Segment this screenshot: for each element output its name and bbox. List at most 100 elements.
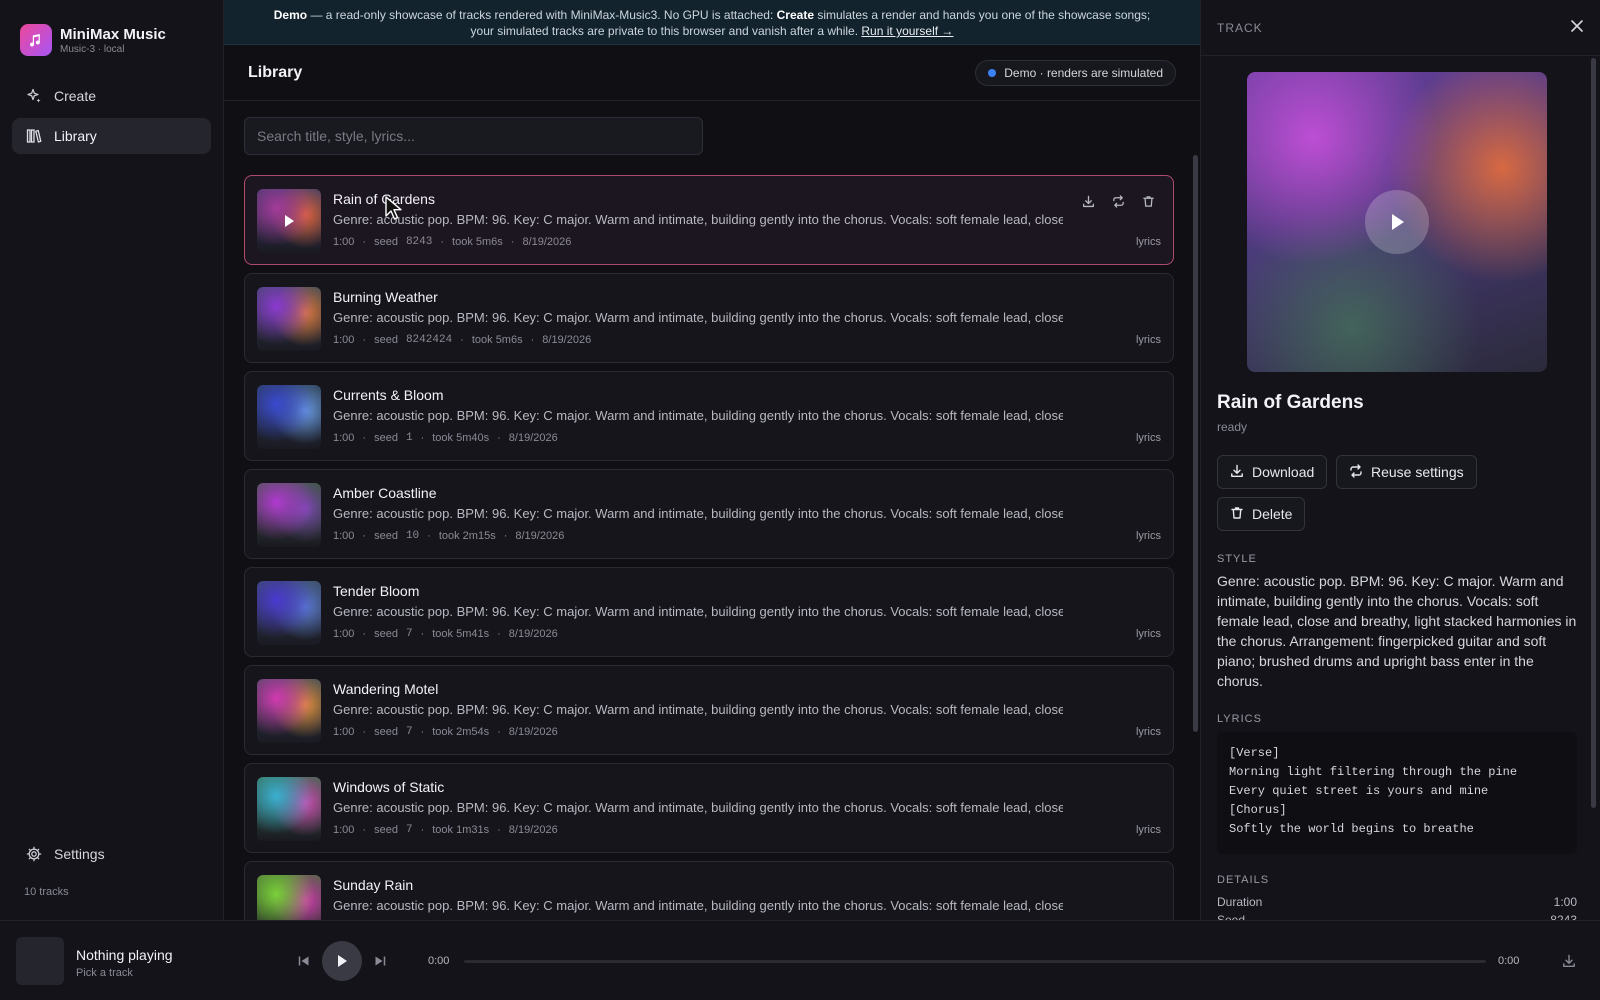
lyrics-tag: lyrics bbox=[1135, 334, 1161, 346]
seek-bar[interactable] bbox=[464, 960, 1486, 963]
lyrics-tag: lyrics bbox=[1135, 432, 1161, 444]
track-thumbnail[interactable] bbox=[257, 581, 321, 645]
skip-forward-icon bbox=[375, 956, 386, 966]
sidebar-item-label: Create bbox=[54, 88, 97, 104]
track-row[interactable]: Windows of Static Genre: acoustic pop. B… bbox=[244, 763, 1174, 853]
delete-button[interactable]: Delete bbox=[1217, 497, 1306, 531]
track-render-time: took 2m54s bbox=[432, 726, 490, 738]
track-row[interactable]: Amber Coastline Genre: acoustic pop. BPM… bbox=[244, 469, 1174, 559]
track-date: 8/19/2026 bbox=[508, 824, 558, 836]
download-icon bbox=[1230, 464, 1244, 481]
previous-track-button[interactable] bbox=[296, 953, 312, 969]
sidebar-nav: Create Library bbox=[0, 58, 223, 154]
track-seed: 7 bbox=[405, 824, 413, 836]
track-seed: 8242424 bbox=[405, 334, 453, 346]
detail-value: 1:00 bbox=[1553, 895, 1577, 909]
brand-title: MiniMax Music bbox=[60, 25, 166, 43]
track-status: ready bbox=[1217, 420, 1248, 434]
track-row[interactable]: Burning Weather Genre: acoustic pop. BPM… bbox=[244, 273, 1174, 363]
play-icon bbox=[285, 215, 294, 227]
brand: MiniMax Music Music-3 · local bbox=[0, 0, 223, 58]
track-row[interactable]: Tender Bloom Genre: acoustic pop. BPM: 9… bbox=[244, 567, 1174, 657]
run-it-yourself-link[interactable]: Run it yourself → bbox=[861, 24, 953, 38]
search-input[interactable] bbox=[244, 117, 703, 155]
track-thumbnail[interactable] bbox=[257, 777, 321, 841]
track-style: Genre: acoustic pop. BPM: 96. Key: C maj… bbox=[333, 898, 1063, 913]
detail-row-duration: Duration 1:00 bbox=[1217, 895, 1577, 909]
now-playing-title: Nothing playing bbox=[76, 947, 173, 963]
sidebar-item-library[interactable]: Library bbox=[12, 118, 211, 154]
track-count: 10 tracks bbox=[24, 886, 69, 898]
track-seed: 7 bbox=[405, 628, 413, 640]
track-detail-panel: TRACK Rain of Gardens ready Download Reu… bbox=[1200, 0, 1600, 920]
mouse-cursor-icon bbox=[385, 196, 402, 220]
demo-status-badge: Demo · renders are simulated bbox=[975, 59, 1176, 86]
download-icon[interactable] bbox=[1079, 192, 1097, 210]
banner-text: your simulated tracks are private to thi… bbox=[470, 24, 862, 38]
track-meta: 1:00 · seed 8243 · took 5m6s · 8/19/2026 bbox=[333, 236, 571, 248]
repeat-icon[interactable] bbox=[1109, 192, 1127, 210]
cover-play-button[interactable] bbox=[1365, 190, 1429, 254]
lyrics-box: [Verse] Morning light filtering through … bbox=[1217, 732, 1577, 854]
sidebar-bottom: Settings bbox=[12, 836, 211, 876]
lyrics-line: Every quiet street is yours and mine bbox=[1229, 784, 1489, 798]
lyrics-tag: lyrics bbox=[1135, 726, 1161, 738]
track-row[interactable]: Currents & Bloom Genre: acoustic pop. BP… bbox=[244, 371, 1174, 461]
track-thumbnail[interactable] bbox=[257, 483, 321, 547]
next-track-button[interactable] bbox=[372, 953, 388, 969]
download-label: Download bbox=[1252, 464, 1315, 480]
track-row[interactable]: Sunday Rain Genre: acoustic pop. BPM: 96… bbox=[244, 861, 1174, 920]
track-render-time: took 5m6s bbox=[452, 236, 503, 248]
track-style: Genre: acoustic pop. BPM: 96. Key: C maj… bbox=[333, 800, 1063, 815]
sidebar-item-settings[interactable]: Settings bbox=[12, 836, 211, 872]
track-title: Wandering Motel bbox=[333, 681, 439, 697]
track-style: Genre: acoustic pop. BPM: 96. Key: C maj… bbox=[333, 310, 1063, 325]
row-actions bbox=[1079, 192, 1157, 210]
track-duration: 1:00 bbox=[333, 628, 355, 640]
track-seed: 7 bbox=[405, 726, 413, 738]
player-download-button[interactable] bbox=[1561, 953, 1577, 969]
meta-separator: · bbox=[420, 824, 425, 836]
detail-row-seed: Seed 8243 bbox=[1217, 913, 1577, 920]
track-duration: 1:00 bbox=[333, 726, 355, 738]
total-time: 0:00 bbox=[1498, 955, 1520, 967]
reuse-settings-button[interactable]: Reuse settings bbox=[1336, 455, 1477, 489]
demo-status-label: Demo · renders are simulated bbox=[1004, 65, 1163, 80]
sidebar-item-create[interactable]: Create bbox=[12, 78, 211, 114]
track-thumbnail[interactable] bbox=[257, 875, 321, 920]
meta-separator: · bbox=[510, 236, 515, 248]
banner-text: simulates a render and hands you one of … bbox=[814, 8, 1151, 22]
track-title: Rain of Gardens bbox=[1217, 392, 1364, 413]
track-render-time: took 5m6s bbox=[471, 334, 523, 346]
track-thumbnail[interactable] bbox=[257, 385, 321, 449]
trash-icon[interactable] bbox=[1139, 192, 1157, 210]
seed-label: seed bbox=[374, 824, 398, 836]
page-title: Library bbox=[248, 63, 303, 81]
delete-label: Delete bbox=[1252, 506, 1293, 522]
seed-label: seed bbox=[374, 432, 398, 444]
style-text: Genre: acoustic pop. BPM: 96. Key: C maj… bbox=[1217, 573, 1577, 689]
track-thumbnail[interactable] bbox=[257, 679, 321, 743]
trash-icon bbox=[1230, 506, 1244, 523]
now-playing-art bbox=[16, 937, 64, 985]
seed-label: seed bbox=[374, 628, 398, 640]
track-row[interactable]: Wandering Motel Genre: acoustic pop. BPM… bbox=[244, 665, 1174, 755]
meta-separator: · bbox=[460, 334, 464, 346]
track-thumbnail[interactable] bbox=[257, 189, 321, 253]
meta-separator: · bbox=[497, 628, 501, 640]
download-button[interactable]: Download bbox=[1217, 455, 1328, 489]
close-icon[interactable] bbox=[1570, 19, 1584, 36]
track-style: Genre: acoustic pop. BPM: 96. Key: C maj… bbox=[333, 702, 1063, 717]
track-thumbnail[interactable] bbox=[257, 287, 321, 351]
library-scrollbar[interactable] bbox=[1193, 155, 1198, 732]
skip-back-icon bbox=[298, 956, 309, 966]
meta-separator: · bbox=[362, 236, 367, 248]
track-title: Windows of Static bbox=[333, 779, 445, 795]
elapsed-time: 0:00 bbox=[428, 955, 450, 967]
meta-separator: · bbox=[440, 236, 445, 248]
player-bar: Nothing playing Pick a track 0:00 0:00 bbox=[0, 920, 1600, 1000]
banner-strong: Demo bbox=[273, 8, 308, 22]
play-icon bbox=[338, 955, 347, 967]
play-pause-button[interactable] bbox=[322, 941, 362, 981]
panel-scrollbar[interactable] bbox=[1591, 58, 1596, 808]
